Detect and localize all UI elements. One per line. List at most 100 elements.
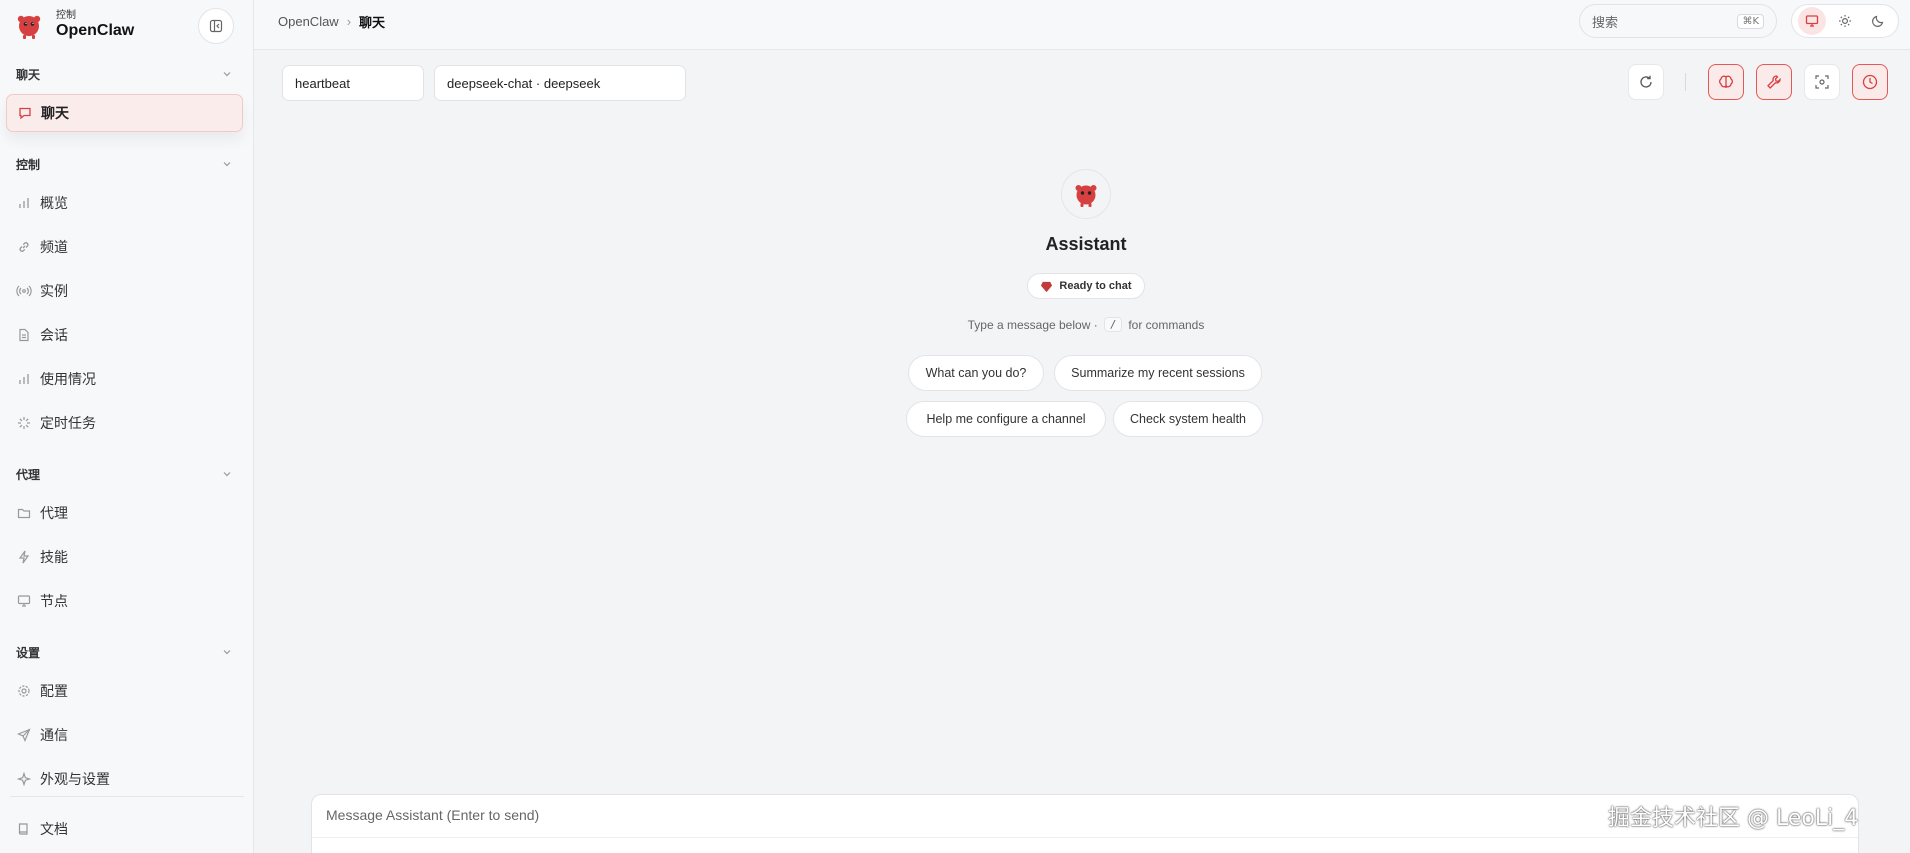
sidebar-item-label: 使用情况 xyxy=(40,371,96,387)
refresh-icon xyxy=(1640,75,1652,88)
sidebar-item-label: 节点 xyxy=(40,593,68,609)
send-icon xyxy=(16,727,32,743)
sidebar-item-channels[interactable]: 频道 xyxy=(6,228,243,266)
sidebar-item-label: 技能 xyxy=(40,549,68,565)
loader-icon xyxy=(16,415,32,431)
sidebar-item-label: 配置 xyxy=(40,683,68,699)
chat-main: heartbeat deepseek-chat · deepseek Assis… xyxy=(254,51,1910,853)
breadcrumb-root[interactable]: OpenClaw xyxy=(278,14,339,29)
gear-icon xyxy=(16,683,32,699)
thinking-toggle-button[interactable] xyxy=(1708,64,1744,100)
hint-text-before: Type a message below · xyxy=(967,317,1098,332)
section-label: 控制 xyxy=(16,157,41,172)
sidebar-toggle-icon xyxy=(209,19,223,33)
sidebar-item-label: 定时任务 xyxy=(40,415,96,431)
search-placeholder: 搜索 xyxy=(1592,14,1619,30)
sidebar-divider xyxy=(10,796,244,797)
focus-icon xyxy=(1815,75,1829,89)
sidebar-collapse-button[interactable] xyxy=(198,8,234,44)
sidebar-item-label: 聊天 xyxy=(41,105,69,121)
sidebar-item-label: 概览 xyxy=(40,195,68,211)
sidebar-item-label: 会话 xyxy=(40,327,68,343)
toolbar-separator xyxy=(1685,73,1686,91)
theme-light-button[interactable] xyxy=(1831,7,1859,35)
sidebar-item-label: 外观与设置 xyxy=(40,771,110,787)
brand[interactable]: 控制 OpenClaw xyxy=(14,8,134,42)
search-shortcut: ⌘K xyxy=(1737,13,1764,29)
tools-toggle-button[interactable] xyxy=(1756,64,1792,100)
sidebar: 控制 OpenClaw 聊天 聊天 控制 概览 频道 实例 会话 使用情况 定时… xyxy=(0,0,254,853)
sidebar-item-chat[interactable]: 聊天 xyxy=(6,94,243,132)
sun-icon xyxy=(1838,15,1851,27)
topbar: OpenClaw › 聊天 搜索 ⌘K xyxy=(254,0,1910,50)
sidebar-item-label: 代理 xyxy=(40,505,68,521)
folder-icon xyxy=(16,505,32,521)
status-badge: Ready to chat xyxy=(1027,273,1145,299)
sidebar-item-sessions[interactable]: 会话 xyxy=(6,316,243,354)
sidebar-item-skills[interactable]: 技能 xyxy=(6,538,243,576)
sidebar-item-communication[interactable]: 通信 xyxy=(6,716,243,754)
sidebar-item-instances[interactable]: 实例 xyxy=(6,272,243,310)
link-icon xyxy=(16,239,32,255)
session-select[interactable]: heartbeat xyxy=(282,65,424,101)
chevron-down-icon xyxy=(223,162,231,167)
wrench-icon xyxy=(1767,75,1781,89)
openclaw-logo-icon xyxy=(17,15,41,39)
chevron-down-icon xyxy=(223,650,231,655)
lightning-icon xyxy=(16,549,32,565)
monitor-icon xyxy=(1806,15,1819,27)
sidebar-item-docs[interactable]: 文档 xyxy=(6,810,243,848)
search-input[interactable]: 搜索 ⌘K xyxy=(1579,4,1777,38)
brain-icon xyxy=(1719,75,1733,88)
ruby-icon xyxy=(1041,281,1053,292)
model-select[interactable]: deepseek-chat · deepseek xyxy=(434,65,686,101)
theme-switcher xyxy=(1791,4,1899,38)
section-agents-header[interactable]: 代理 xyxy=(16,465,232,483)
breadcrumb: OpenClaw › 聊天 xyxy=(278,12,385,31)
breadcrumb-current: 聊天 xyxy=(359,15,386,30)
assistant-avatar xyxy=(1061,169,1111,219)
section-control-header[interactable]: 控制 xyxy=(16,155,232,173)
chevron-down-icon xyxy=(223,472,231,477)
focus-mode-button[interactable] xyxy=(1804,64,1840,100)
hint-text-after: for commands xyxy=(1128,317,1205,332)
sidebar-item-appearance[interactable]: 外观与设置 xyxy=(6,760,243,798)
clock-icon xyxy=(1862,74,1878,90)
openclaw-mascot-icon xyxy=(1075,185,1097,207)
section-label: 代理 xyxy=(16,467,41,482)
suggestion-chip[interactable]: Check system health xyxy=(1113,401,1263,437)
bar-chart-icon xyxy=(16,195,32,211)
section-chat-header[interactable]: 聊天 xyxy=(16,65,232,83)
suggestion-chip[interactable]: Summarize my recent sessions xyxy=(1054,355,1262,391)
brand-subtitle: 控制 xyxy=(56,10,76,21)
bar-chart-icon xyxy=(16,371,32,387)
sidebar-item-scheduled-tasks[interactable]: 定时任务 xyxy=(6,404,243,442)
history-toggle-button[interactable] xyxy=(1852,64,1888,100)
message-input[interactable]: Message Assistant (Enter to send) xyxy=(326,807,539,823)
composer-divider xyxy=(312,837,1858,838)
sidebar-item-label: 实例 xyxy=(40,283,68,299)
slash-key: / xyxy=(1103,317,1123,332)
brand-title: OpenClaw xyxy=(56,22,135,39)
chevron-down-icon xyxy=(223,72,231,77)
sidebar-item-nodes[interactable]: 节点 xyxy=(6,582,243,620)
suggestion-chip[interactable]: Help me configure a channel xyxy=(906,401,1106,437)
command-hint: Type a message below · / for commands xyxy=(254,317,1910,332)
book-icon xyxy=(16,821,32,837)
section-settings-header[interactable]: 设置 xyxy=(16,643,232,661)
moon-icon xyxy=(1871,15,1883,27)
suggestion-chip[interactable]: What can you do? xyxy=(908,355,1044,391)
sidebar-item-config[interactable]: 配置 xyxy=(6,672,243,710)
sidebar-item-agents[interactable]: 代理 xyxy=(6,494,243,532)
sidebar-item-usage[interactable]: 使用情况 xyxy=(6,360,243,398)
sidebar-item-label: 文档 xyxy=(40,821,68,837)
sidebar-item-overview[interactable]: 概览 xyxy=(6,184,243,222)
status-text: Ready to chat xyxy=(1059,280,1132,292)
theme-system-button[interactable] xyxy=(1798,7,1827,35)
refresh-button[interactable] xyxy=(1628,64,1664,100)
chat-bubble-icon xyxy=(17,105,33,121)
theme-dark-button[interactable] xyxy=(1864,7,1892,35)
section-label: 设置 xyxy=(16,645,41,660)
breadcrumb-separator: › xyxy=(346,14,352,29)
watermark: 掘金技术社区 @ LeoLi_4 xyxy=(1608,806,1859,831)
